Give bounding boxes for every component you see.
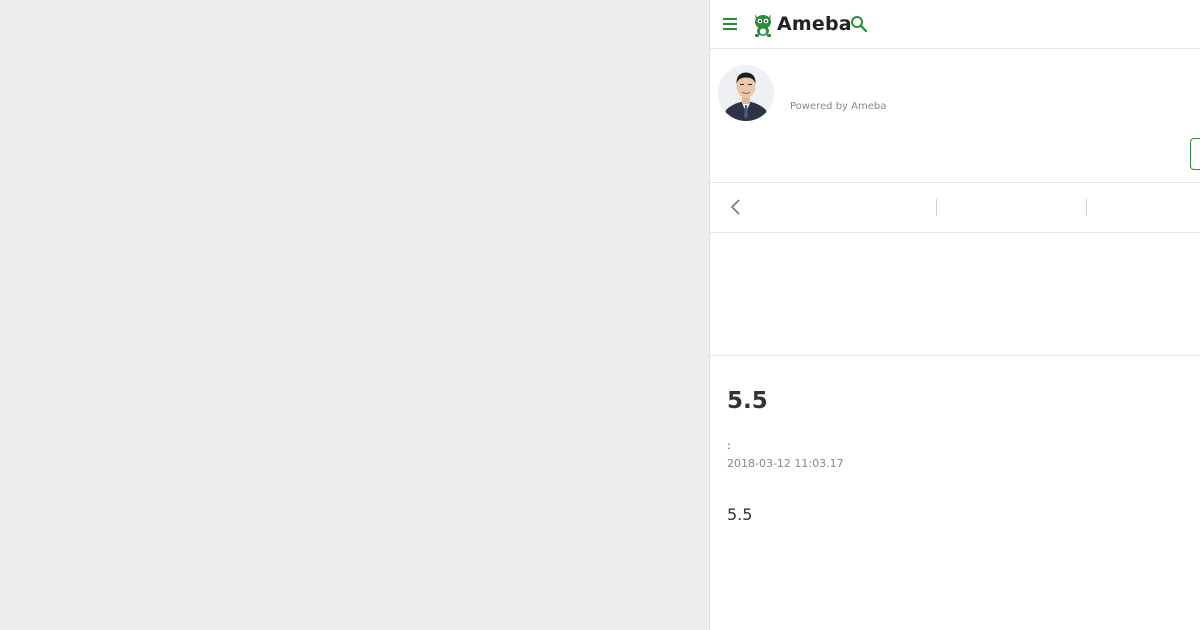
- blog-panel: Ameba Powered by Ameba 5.5: 2018-03-12 …: [709, 0, 1200, 630]
- powered-by: Powered by Ameba: [790, 101, 887, 112]
- ameba-mascot-icon: [755, 14, 771, 37]
- blog-info: Powered by Ameba: [710, 49, 1200, 183]
- search-icon[interactable]: [850, 15, 868, 33]
- page-background: [0, 0, 709, 630]
- site-header: Ameba: [710, 0, 1200, 49]
- article: 5.5 : 2018-03-12 11:03.17 5.5: [710, 356, 1200, 630]
- ameba-logo[interactable]: Ameba: [752, 9, 852, 39]
- logo-text: Ameba: [777, 13, 852, 35]
- avatar[interactable]: [718, 65, 774, 121]
- nav-divider: [1086, 199, 1087, 216]
- entry-title: 5.5: [727, 388, 768, 414]
- follow-button[interactable]: [1190, 138, 1200, 170]
- chevron-left-icon[interactable]: [728, 198, 744, 216]
- entry-body: 5.5: [727, 505, 753, 524]
- nav-divider: [936, 199, 937, 216]
- menu-icon[interactable]: [723, 17, 737, 31]
- entry-date: 2018-03-12 11:03.17: [727, 457, 844, 470]
- ad-area: [710, 233, 1200, 356]
- avatar-portrait: [718, 65, 774, 121]
- entry-nav: [710, 183, 1200, 233]
- entry-theme: :: [727, 439, 731, 452]
